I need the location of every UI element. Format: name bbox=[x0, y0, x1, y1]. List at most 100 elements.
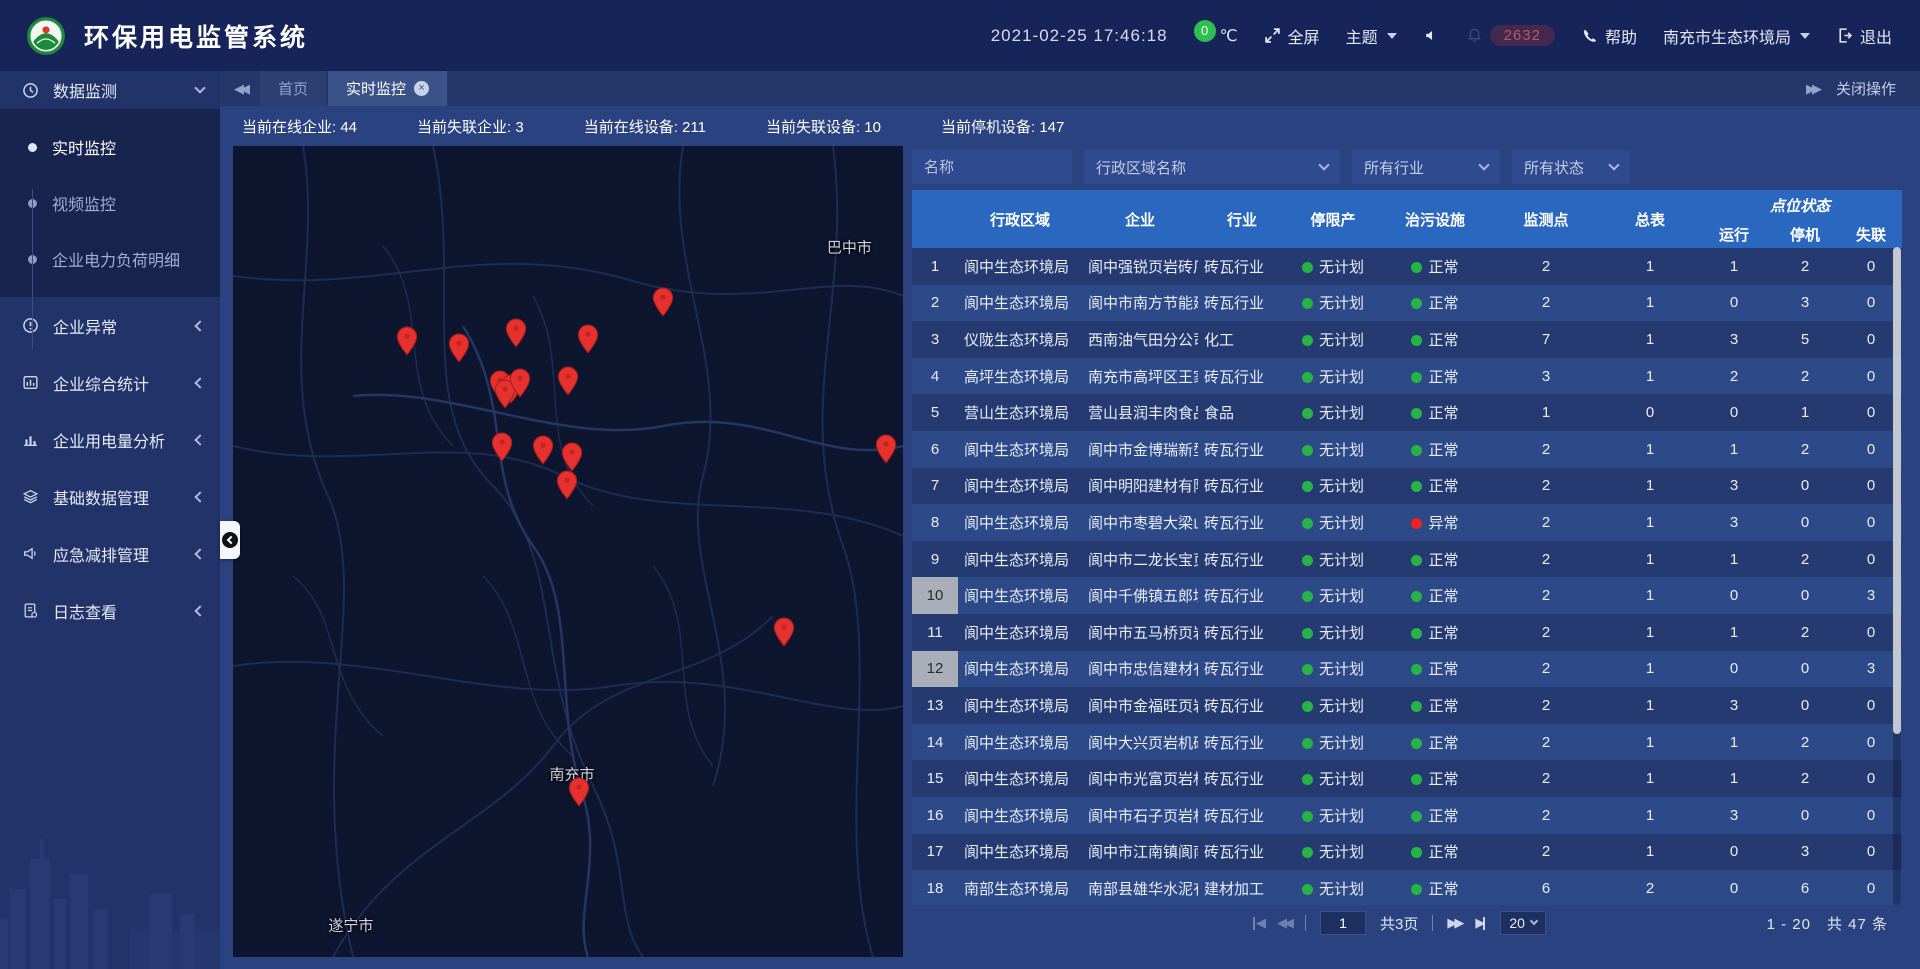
map-pin-icon[interactable] bbox=[509, 368, 531, 398]
table-row[interactable]: 13阆中生态环境局阆中市金福旺页岩机砖砖瓦行业无计划正常21300 bbox=[912, 687, 1902, 724]
tab-close-icon[interactable]: × bbox=[414, 81, 429, 96]
status-dot-icon bbox=[1302, 701, 1313, 712]
table-row[interactable]: 14阆中生态环境局阆中大兴页岩机砖厂砖瓦行业无计划正常21120 bbox=[912, 724, 1902, 761]
status-dot-icon bbox=[1411, 445, 1422, 456]
map-pin-icon[interactable] bbox=[396, 326, 418, 356]
map-pin-icon[interactable] bbox=[557, 366, 579, 396]
tabs-scroll-left-icon[interactable]: ◀◀ bbox=[220, 81, 260, 97]
table-row[interactable]: 18南部生态环境局南部县雄华水泥有限公建材加工无计划正常62060 bbox=[912, 870, 1902, 905]
table-row[interactable]: 9阆中生态环境局阆中市二龙长宝页岩砖砖瓦行业无计划正常21120 bbox=[912, 541, 1902, 578]
sidebar-collapse-handle[interactable] bbox=[220, 521, 240, 559]
cell-stop-status: 无计划 bbox=[1286, 834, 1380, 871]
cell-facility-status: 正常 bbox=[1380, 248, 1490, 285]
city-label: 遂宁市 bbox=[328, 914, 373, 935]
map-pin-icon[interactable] bbox=[875, 434, 897, 464]
sidebar-item-base-data[interactable]: 基础数据管理 bbox=[0, 468, 220, 525]
chevron-down-icon bbox=[1608, 159, 1619, 170]
table-row[interactable]: 1阆中生态环境局阆中强锐页岩砖厂砖瓦行业无计划正常21120 bbox=[912, 248, 1902, 285]
row-index: 12 bbox=[912, 651, 958, 688]
volume-button[interactable] bbox=[1423, 27, 1440, 44]
sidebar-subitem-power-load[interactable]: 企业电力负荷明细 bbox=[0, 231, 220, 287]
name-filter-input[interactable] bbox=[924, 159, 1060, 176]
map-panel[interactable]: 巴中市南充市遂宁市 bbox=[233, 146, 903, 957]
status-dot-icon bbox=[1411, 774, 1422, 785]
col-facility: 治污设施 bbox=[1380, 190, 1490, 248]
cell-run-count: 3 bbox=[1698, 321, 1770, 358]
map-pin-icon[interactable] bbox=[532, 435, 554, 465]
sidebar-item-power-analysis[interactable]: 企业用电量分析 bbox=[0, 411, 220, 468]
cell-meter-count: 1 bbox=[1602, 724, 1698, 761]
map-pin-icon[interactable] bbox=[577, 324, 599, 354]
help-button[interactable]: 帮助 bbox=[1581, 24, 1637, 48]
temperature-badge: 0 bbox=[1194, 20, 1216, 42]
table-row[interactable]: 16阆中生态环境局阆中市石子页岩机砖厂砖瓦行业无计划正常21300 bbox=[912, 797, 1902, 834]
table-row[interactable]: 10阆中生态环境局阆中千佛镇五郎垭页岩砖瓦行业无计划正常21003 bbox=[912, 577, 1902, 614]
table-scrollbar[interactable] bbox=[1893, 247, 1901, 905]
cell-company: 阆中市金博瑞新型墙材 bbox=[1082, 431, 1198, 468]
subitem-label: 视频监控 bbox=[52, 191, 116, 215]
map-pin-icon[interactable] bbox=[505, 318, 527, 348]
sidebar-item-logs[interactable]: 日志查看 bbox=[0, 582, 220, 639]
tabs-scroll-right-icon[interactable]: ▶▶ bbox=[1806, 81, 1818, 97]
cell-facility-status: 正常 bbox=[1380, 760, 1490, 797]
cell-run-count: 1 bbox=[1698, 431, 1770, 468]
table-row[interactable]: 11阆中生态环境局阆中市五马桥页岩机砖砖瓦行业无计划正常21120 bbox=[912, 614, 1902, 651]
scrollbar-thumb[interactable] bbox=[1893, 247, 1901, 734]
table-row[interactable]: 4高坪生态环境局南充市高坪区王家店建砖瓦行业无计划正常31220 bbox=[912, 358, 1902, 395]
logout-button[interactable]: 退出 bbox=[1836, 24, 1892, 48]
table-row[interactable]: 3仪陇生态环境局西南油气田分公司川中化工无计划正常71350 bbox=[912, 321, 1902, 358]
status-filter-select[interactable]: 所有状态 bbox=[1512, 150, 1630, 184]
cell-industry: 砖瓦行业 bbox=[1198, 614, 1286, 651]
prev-page-button[interactable]: ◀◀ bbox=[1277, 915, 1291, 931]
table-row[interactable]: 6阆中生态环境局阆中市金博瑞新型墙材砖瓦行业无计划正常21120 bbox=[912, 431, 1902, 468]
table-row[interactable]: 12阆中生态环境局阆中市忠信建材有限公砖瓦行业无计划正常21003 bbox=[912, 651, 1902, 688]
close-operations-button[interactable]: 关闭操作 bbox=[1836, 78, 1896, 99]
industry-filter-select[interactable]: 所有行业 bbox=[1352, 150, 1500, 184]
col-stop: 停限产 bbox=[1286, 190, 1380, 248]
map-pin-icon[interactable] bbox=[773, 617, 795, 647]
region-filter-select[interactable]: 行政区域名称 bbox=[1084, 150, 1340, 184]
sidebar-item-data-monitor[interactable]: 数据监测 bbox=[0, 71, 220, 109]
table-row[interactable]: 15阆中生态环境局阆中市光富页岩机砖厂砖瓦行业无计划正常21120 bbox=[912, 760, 1902, 797]
sidebar-item-label: 日志查看 bbox=[53, 599, 196, 623]
cell-halt-count: 2 bbox=[1770, 760, 1840, 797]
theme-dropdown[interactable]: 主题 bbox=[1346, 24, 1397, 48]
sidebar-item-emergency[interactable]: 应急减排管理 bbox=[0, 525, 220, 582]
last-page-button[interactable]: ▶ bbox=[1475, 915, 1486, 931]
next-page-button[interactable]: ▶▶ bbox=[1447, 915, 1461, 931]
tab-实时监控[interactable]: 实时监控× bbox=[328, 71, 447, 106]
cell-region: 阆中生态环境局 bbox=[958, 468, 1082, 505]
sidebar-item-label: 数据监测 bbox=[53, 78, 196, 102]
map-pin-icon[interactable] bbox=[491, 432, 513, 462]
sidebar-subitem-realtime[interactable]: 实时监控 bbox=[0, 119, 220, 175]
map-pin-icon[interactable] bbox=[556, 470, 578, 500]
notifications[interactable]: 2632 bbox=[1466, 25, 1555, 46]
app-title: 环保用电监管系统 bbox=[84, 18, 308, 54]
cell-monitor-count: 1 bbox=[1490, 394, 1602, 431]
row-index: 15 bbox=[912, 760, 958, 797]
sidebar-item-company-stats[interactable]: 企业综合统计 bbox=[0, 354, 220, 411]
page-size-select[interactable]: 20 bbox=[1500, 911, 1546, 935]
cell-region: 高坪生态环境局 bbox=[958, 358, 1082, 395]
org-dropdown[interactable]: 南充市生态环境局 bbox=[1663, 24, 1810, 48]
sidebar-item-company-abnormal[interactable]: 企业异常 bbox=[0, 297, 220, 354]
table-row[interactable]: 5营山生态环境局营山县润丰肉食品有限食品无计划正常10010 bbox=[912, 394, 1902, 431]
table-row[interactable]: 17阆中生态环境局阆中市江南镇阆南页岩砖瓦行业无计划正常21030 bbox=[912, 834, 1902, 871]
cell-meter-count: 1 bbox=[1602, 248, 1698, 285]
map-pin-icon[interactable] bbox=[568, 777, 590, 807]
tab-首页[interactable]: 首页 bbox=[260, 71, 326, 106]
row-index: 16 bbox=[912, 797, 958, 834]
tabs-holder: 首页实时监控× bbox=[260, 71, 449, 106]
table-row[interactable]: 7阆中生态环境局阆中明阳建材有限公司砖瓦行业无计划正常21300 bbox=[912, 468, 1902, 505]
map-pin-icon[interactable] bbox=[448, 333, 470, 363]
table-row[interactable]: 2阆中生态环境局阆中市南方节能建材有砖瓦行业无计划正常21030 bbox=[912, 285, 1902, 322]
sidebar-subitem-video[interactable]: 视频监控 bbox=[0, 175, 220, 231]
table-row[interactable]: 8阆中生态环境局阆中市枣碧大梁山页岩砖瓦行业无计划异常21300 bbox=[912, 504, 1902, 541]
chevron-left-icon bbox=[194, 605, 205, 616]
first-page-button[interactable]: ◀ bbox=[1252, 915, 1263, 931]
status-dot-icon bbox=[1411, 847, 1422, 858]
map-pin-icon[interactable] bbox=[652, 287, 674, 317]
map-pin-icon[interactable] bbox=[561, 442, 583, 472]
fullscreen-button[interactable]: 全屏 bbox=[1264, 24, 1320, 48]
page-number-input[interactable] bbox=[1320, 911, 1366, 935]
